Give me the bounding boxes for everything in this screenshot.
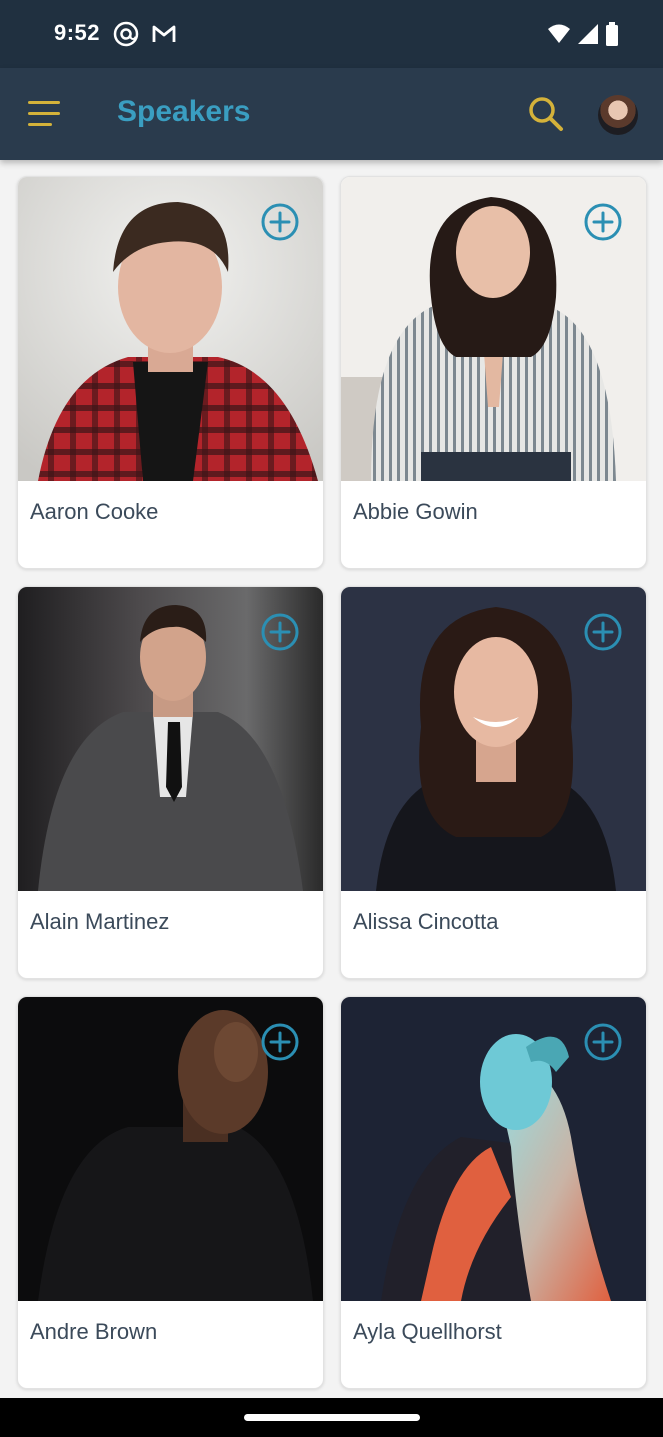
speaker-card-andre-brown[interactable]: Andre Brown	[17, 996, 324, 1389]
speaker-name: Ayla Quellhorst	[353, 1319, 502, 1344]
add-speaker-button[interactable]	[583, 612, 623, 652]
speaker-card-alain-martinez[interactable]: Alain Martinez	[17, 586, 324, 979]
status-bar: 9:52	[0, 0, 663, 68]
speaker-name: Aaron Cooke	[30, 499, 159, 524]
speaker-card-alissa-cincotta[interactable]: Alissa Cincotta	[340, 586, 647, 979]
speaker-name: Andre Brown	[30, 1319, 158, 1344]
add-speaker-button[interactable]	[260, 612, 300, 652]
plus-circle-icon	[261, 1023, 299, 1061]
status-icons-left	[112, 20, 178, 53]
search-icon	[529, 97, 563, 131]
hamburger-menu-icon	[28, 101, 60, 126]
status-time: 9:52	[54, 20, 101, 45]
wifi-icon	[547, 23, 571, 50]
add-speaker-button[interactable]	[583, 1022, 623, 1062]
search-button[interactable]	[526, 94, 566, 134]
plus-circle-icon	[584, 1023, 622, 1061]
menu-button[interactable]	[24, 96, 64, 132]
speaker-name: Abbie Gowin	[353, 499, 478, 524]
speaker-name: Alissa Cincotta	[353, 909, 499, 934]
plus-circle-icon	[584, 613, 622, 651]
speaker-card-abbie-gowin[interactable]: Abbie Gowin	[340, 176, 647, 569]
speaker-name: Alain Martinez	[30, 909, 170, 934]
avatar[interactable]	[598, 95, 638, 135]
at-sign-icon	[112, 20, 140, 53]
page-title: Speakers	[117, 95, 251, 128]
signal-icon	[577, 23, 599, 50]
add-speaker-button[interactable]	[260, 1022, 300, 1062]
battery-icon	[605, 22, 619, 51]
navigation-bar	[0, 1398, 663, 1437]
gmail-icon	[150, 20, 178, 53]
plus-circle-icon	[261, 203, 299, 241]
plus-circle-icon	[584, 203, 622, 241]
add-speaker-button[interactable]	[583, 202, 623, 242]
add-speaker-button[interactable]	[260, 202, 300, 242]
plus-circle-icon	[261, 613, 299, 651]
speaker-card-ayla-quellhorst[interactable]: Ayla Quellhorst	[340, 996, 647, 1389]
status-icons-right	[547, 22, 619, 51]
home-indicator[interactable]	[244, 1414, 420, 1421]
app-bar: Speakers	[0, 68, 663, 160]
speaker-card-aaron-cooke[interactable]: Aaron Cooke	[17, 176, 324, 569]
